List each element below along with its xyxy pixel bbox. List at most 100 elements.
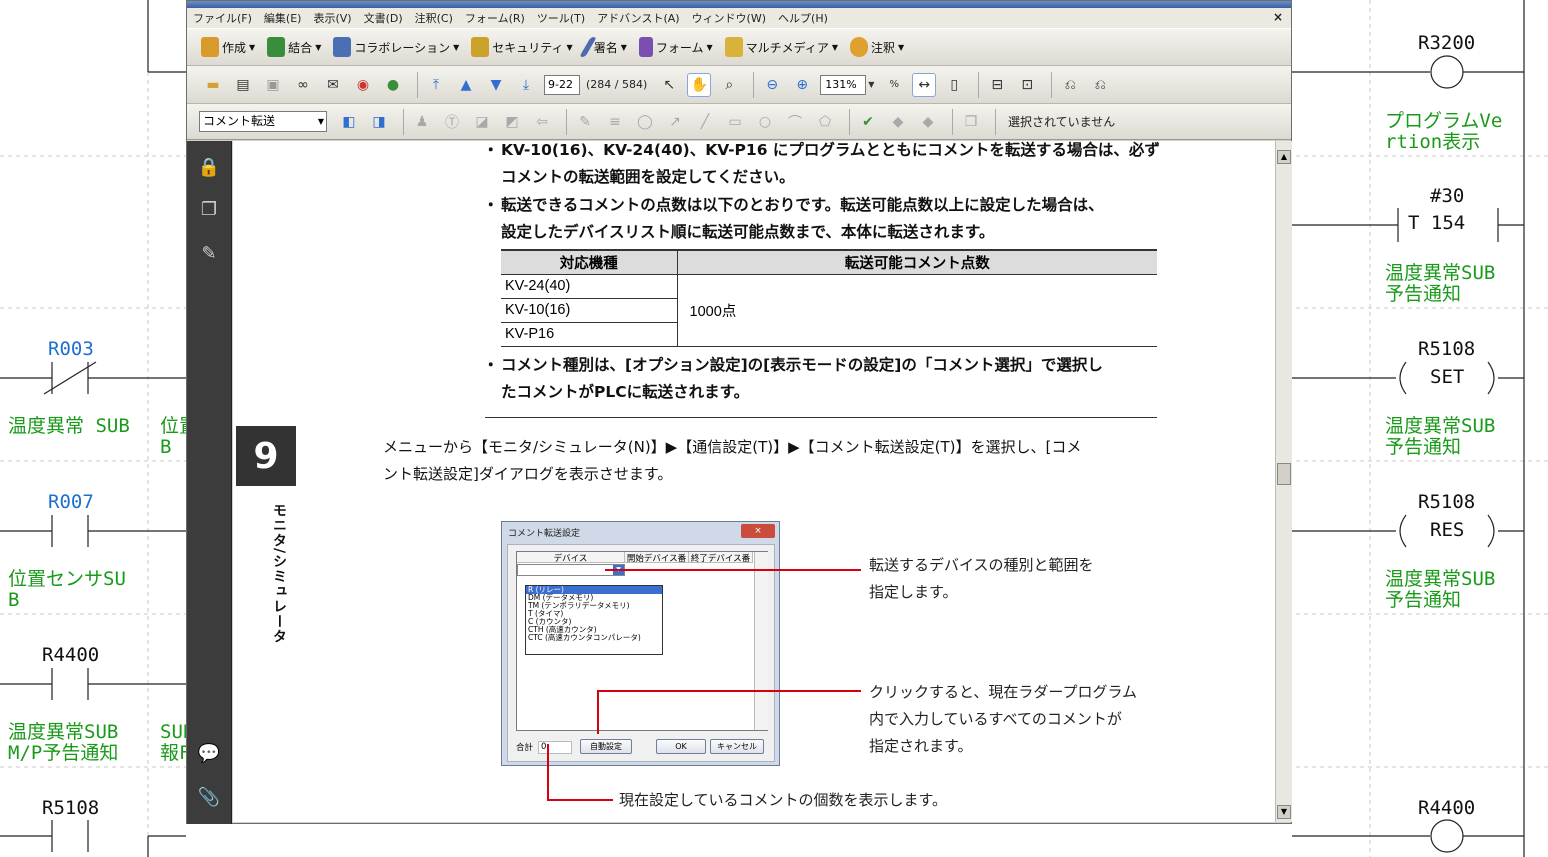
title-bar[interactable] (187, 1, 1291, 8)
email-icon[interactable]: ✉ (321, 73, 345, 97)
menu-help[interactable]: ヘルプ(H) (778, 10, 828, 26)
fit-width-icon[interactable]: ↔ (912, 72, 937, 97)
rotate-right-icon[interactable]: ⎌ (1088, 73, 1112, 97)
security-label: セキュリティ (492, 40, 564, 55)
forms-button[interactable]: フォーム ▼ (638, 37, 713, 57)
page-number-input[interactable]: 9-22 (544, 74, 580, 95)
ok-button: OK (656, 739, 706, 754)
full-screen-icon[interactable]: ⊡ (1015, 73, 1039, 97)
oval-tool-icon[interactable]: ○ (753, 110, 777, 134)
multimedia-label: マルチメディア (745, 40, 829, 55)
bookmark-combo[interactable]: コメント転送 ▼ (199, 111, 327, 132)
bookmark-combo-value: コメント転送 (203, 114, 276, 128)
hand-tool-icon[interactable]: ✋ (687, 72, 712, 97)
stamp-icon[interactable]: ◉ (351, 73, 375, 97)
chevron-down-icon: ▼ (317, 117, 324, 126)
grid-scrollbar (754, 552, 768, 730)
menu-edit[interactable]: 編集(E) (264, 10, 302, 26)
web-icon[interactable]: ● (381, 73, 405, 97)
polygon-tool-icon[interactable]: ⬠ (813, 110, 837, 134)
forward-icon[interactable]: ◆ (886, 110, 910, 134)
comment-button[interactable]: 注釈 ▼ (850, 37, 904, 57)
pages-icon[interactable]: ❐ (197, 197, 221, 221)
menu-window[interactable]: ウィンドウ(W) (692, 10, 766, 26)
zoom-in-icon[interactable]: ⊕ (790, 73, 814, 97)
bullet-text: 設定したデバイスリスト順に転送可能点数まで、本体に転送されます。 (501, 223, 995, 241)
close-icon: × (741, 524, 775, 538)
select-cursor-icon[interactable]: ↖ (657, 73, 681, 97)
signatures-icon[interactable]: ✎ (197, 241, 221, 265)
zoom-out-icon[interactable]: ⊖ (760, 73, 784, 97)
callout-text: 指定します。 (869, 583, 958, 601)
last-page-icon[interactable]: ⤓ (514, 73, 538, 97)
document-view[interactable]: ・ KV-10(16)、KV-24(40)、KV-P16 にプログラムとともにコ… (233, 141, 1275, 822)
save-icon[interactable]: ▣ (261, 73, 285, 97)
create-button[interactable]: 作成 ▼ (201, 37, 255, 57)
bullet-marker: ・ (483, 196, 499, 214)
previous-page-icon[interactable]: ▲ (454, 73, 478, 97)
callout-line (597, 690, 861, 692)
menu-view[interactable]: 表示(V) (313, 10, 351, 26)
menu-forms[interactable]: フォーム(R) (465, 10, 525, 26)
zoom-input[interactable]: 131% (820, 74, 867, 95)
arrow-tool-icon[interactable]: ⇦ (530, 110, 554, 134)
text-edit-icon[interactable]: Ⓣ (440, 110, 464, 134)
sign-button[interactable]: 署名 ▼ (578, 37, 627, 57)
arrow-line-icon[interactable]: ↗ (663, 110, 687, 134)
stamp-tool-icon[interactable]: ♟ (410, 110, 434, 134)
fit-page-icon[interactable]: ▯ (942, 73, 966, 97)
dialog-screenshot: コメント転送設定 × デバイス 開始デバイス番 終了デバイス番 ▼ R (リレー… (501, 521, 780, 766)
bullet-text: コメント種別は、[オプション設定]の[表示モードの設定]の「コメント選択」で選択… (501, 356, 1103, 374)
menu-document[interactable]: 文書(D) (364, 10, 403, 26)
scroll-thumb[interactable] (1277, 463, 1291, 485)
text-box-icon[interactable]: ≡ (603, 110, 627, 134)
scroll-down-icon[interactable]: ▼ (1277, 805, 1291, 819)
comments-icon[interactable]: 💬 (197, 741, 221, 765)
spell-check-icon[interactable]: ✔ (856, 110, 880, 134)
callout-line (547, 744, 549, 800)
menu-tools[interactable]: ツール(T) (537, 10, 585, 26)
previous-bookmark-icon[interactable]: ◧ (337, 110, 361, 134)
vertical-scrollbar[interactable]: ▲ ▼ (1275, 141, 1292, 822)
first-page-icon[interactable]: ⤒ (424, 73, 448, 97)
combine-button[interactable]: 結合 ▼ (267, 37, 321, 57)
zoom-dropdown-icon[interactable]: ▼ (866, 73, 876, 97)
rotate-left-icon[interactable]: ⎌ (1058, 73, 1082, 97)
cloud-tool-icon[interactable]: ◯ (633, 110, 657, 134)
polyline-tool-icon[interactable]: ⌒ (783, 110, 807, 134)
find-binoculars-icon[interactable]: ∞ (291, 73, 315, 97)
menu-advanced[interactable]: アドバンスト(A) (597, 10, 679, 26)
close-document-icon[interactable]: × (1273, 10, 1283, 24)
actual-size-icon[interactable]: % (882, 73, 906, 97)
next-page-icon[interactable]: ▼ (484, 73, 508, 97)
menu-file[interactable]: ファイル(F) (193, 10, 252, 26)
next-bookmark-icon[interactable]: ◨ (367, 110, 391, 134)
collaboration-button[interactable]: コラボレーション ▼ (333, 37, 459, 57)
callout-icon[interactable]: ◪ (470, 110, 494, 134)
menu-comments[interactable]: 注釈(C) (415, 10, 453, 26)
attach-icon[interactable]: ◩ (500, 110, 524, 134)
create-pdf-icon (201, 37, 219, 57)
device-grid: デバイス 開始デバイス番 終了デバイス番 ▼ R (リレー) DM (データメモ… (516, 551, 768, 731)
ladder-left-label: 温度異常SUB M/P予告通知 (8, 721, 119, 764)
table-header: 転送可能コメント点数 (676, 249, 1157, 275)
print-icon[interactable]: ▤ (231, 73, 255, 97)
line-tool-icon[interactable]: ╱ (693, 110, 717, 134)
lock-icon[interactable]: 🔒 (197, 155, 221, 179)
open-folder-icon[interactable]: ▬ (201, 73, 225, 97)
scroll-up-icon[interactable]: ▲ (1277, 150, 1291, 164)
multimedia-button[interactable]: マルチメディア ▼ (724, 37, 838, 57)
menu-bar: ファイル(F) 編集(E) 表示(V) 文書(D) 注釈(C) フォーム(R) … (187, 8, 1291, 28)
copy-icon[interactable]: ❐ (959, 110, 983, 134)
back-icon[interactable]: ◆ (916, 110, 940, 134)
collaboration-icon (333, 37, 352, 57)
bullet-text: たコメントがPLCに転送されます。 (501, 383, 750, 401)
security-button[interactable]: セキュリティ ▼ (471, 37, 573, 57)
attachments-icon[interactable]: 📎 (197, 785, 221, 809)
total-label: 合計 (516, 743, 534, 753)
zoom-tool-icon[interactable]: ⌕ (717, 73, 741, 97)
rectangle-tool-icon[interactable]: ▭ (723, 110, 747, 134)
pencil-tool-icon[interactable]: ✎ (573, 110, 597, 134)
selection-status: 選択されていません (1008, 115, 1116, 129)
continuous-page-icon[interactable]: ⊟ (985, 73, 1009, 97)
